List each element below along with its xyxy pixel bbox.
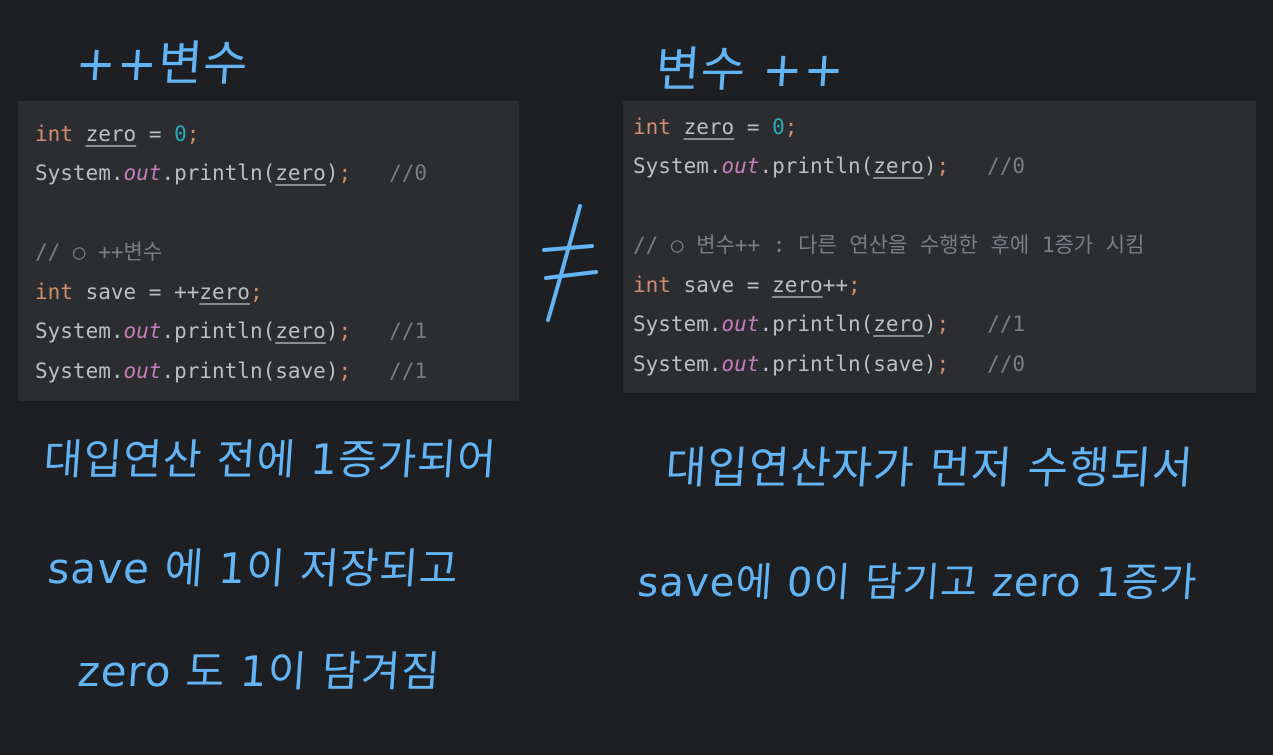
note-left-line3: zero 도 1이 담겨짐 xyxy=(76,647,443,696)
note-right-line2: save에 0이 담기고 zero 1증가 xyxy=(636,560,1199,606)
method-call: .println( xyxy=(759,154,874,178)
code-line: // ○ ++변수 xyxy=(35,237,162,267)
variable: zero xyxy=(873,154,924,178)
variable: zero xyxy=(683,115,735,139)
class-name: System. xyxy=(633,352,722,376)
comment: //1 xyxy=(351,319,427,343)
code-line: // ○ 변수++ : 다른 연산을 수행한 후에 1증가 시킴 xyxy=(633,230,1144,260)
semicolon: ; xyxy=(936,352,950,376)
code-line: int save = ++zero; xyxy=(35,277,263,307)
variable: zero xyxy=(873,312,924,336)
code-panel-postfix: int zero = 0; System.out.println(zero); … xyxy=(623,101,1256,393)
semicolon: ; xyxy=(249,280,263,304)
code-line: System.out.println(zero); //1 xyxy=(35,316,427,346)
keyword: int xyxy=(633,273,671,297)
class-name: System. xyxy=(35,359,124,383)
comment: //1 xyxy=(949,312,1025,336)
not-equal-icon xyxy=(542,204,598,322)
comment: //0 xyxy=(949,352,1025,376)
code-panel-prefix: int zero = 0; System.out.println(zero); … xyxy=(18,101,519,401)
variable: zero xyxy=(199,280,250,304)
variable: zero xyxy=(275,319,326,343)
semicolon: ; xyxy=(338,161,352,185)
code-line: System.out.println(save); //1 xyxy=(35,356,427,386)
class-name: System. xyxy=(35,161,124,185)
class-name: System. xyxy=(35,319,124,343)
note-left-line1: 대입연산 전에 1증가되어 xyxy=(42,435,499,484)
number-literal: 0 xyxy=(174,122,187,146)
heading-prefix-increment: ++변수 xyxy=(73,36,251,92)
paren: ) xyxy=(923,312,937,336)
semicolon: ; xyxy=(338,359,352,383)
static-field: out xyxy=(123,319,162,343)
note-right-line1: 대입연산자가 먼저 수행되서 xyxy=(663,443,1196,494)
code-text: save = xyxy=(670,273,773,297)
code-line: System.out.println(zero); //0 xyxy=(633,151,1025,181)
variable: zero xyxy=(85,122,137,146)
comment: //0 xyxy=(351,161,427,185)
static-field: out xyxy=(721,352,760,376)
method-call: .println( xyxy=(161,161,276,185)
comment: //0 xyxy=(949,154,1025,178)
class-name: System. xyxy=(633,154,722,178)
method-call: .println(save) xyxy=(161,359,339,383)
paren: ) xyxy=(325,319,339,343)
keyword: int xyxy=(35,280,73,304)
note-left-line2: save 에 1이 저장되고 xyxy=(46,544,461,593)
heading-postfix-increment: 변수 ++ xyxy=(653,42,847,98)
static-field: out xyxy=(721,154,760,178)
paren: ) xyxy=(325,161,339,185)
comment: //1 xyxy=(351,359,427,383)
semicolon: ; xyxy=(784,115,798,139)
variable: zero xyxy=(275,161,326,185)
comment: // ○ 변수++ : 다른 연산을 수행한 후에 1증가 시킴 xyxy=(633,233,1145,257)
variable: zero xyxy=(772,273,823,297)
paren: ) xyxy=(923,154,937,178)
method-call: .println(save) xyxy=(759,352,937,376)
semicolon: ; xyxy=(338,319,352,343)
semicolon: ; xyxy=(936,154,950,178)
semicolon: ; xyxy=(847,273,861,297)
operator: = xyxy=(136,122,175,146)
semicolon: ; xyxy=(936,312,950,336)
code-line: System.out.println(zero); //0 xyxy=(35,158,427,188)
method-call: .println( xyxy=(161,319,276,343)
code-line: int save = zero++; xyxy=(633,270,861,300)
method-call: .println( xyxy=(759,312,874,336)
operator: = xyxy=(734,115,773,139)
code-line: int zero = 0; xyxy=(633,112,797,142)
keyword: int xyxy=(633,115,671,139)
static-field: out xyxy=(123,161,162,185)
number-literal: 0 xyxy=(772,115,785,139)
static-field: out xyxy=(721,312,760,336)
code-text: save = ++ xyxy=(72,280,200,304)
semicolon: ; xyxy=(186,122,200,146)
code-line: System.out.println(save); //0 xyxy=(633,349,1025,379)
class-name: System. xyxy=(633,312,722,336)
static-field: out xyxy=(123,359,162,383)
comment: // ○ ++변수 xyxy=(35,240,163,264)
operator: ++ xyxy=(822,273,848,297)
code-line: int zero = 0; xyxy=(35,119,199,149)
keyword: int xyxy=(35,122,73,146)
code-line: System.out.println(zero); //1 xyxy=(633,309,1025,339)
